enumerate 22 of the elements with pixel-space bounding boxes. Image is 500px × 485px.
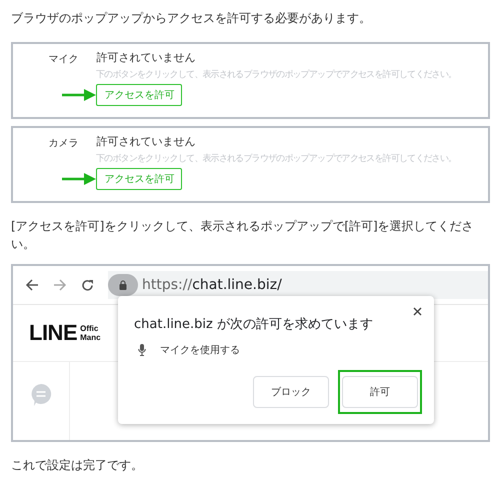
permission-text: マイクを使用する [160, 344, 240, 357]
hint-text: 下のボタンをクリックして、表示されるブラウザのポップアップでアクセスを許可してください。 [96, 152, 457, 164]
reload-icon[interactable] [81, 278, 94, 292]
logo-text: LINE [29, 320, 78, 346]
microphone-icon [138, 344, 146, 356]
arrow-icon [62, 173, 96, 185]
outro-text: これで設定は完了です。 [11, 457, 144, 474]
device-label: マイク [47, 53, 78, 67]
popup-title: chat.line.biz が次の許可を求めています [134, 316, 374, 333]
arrow-icon [62, 89, 96, 101]
back-icon[interactable] [25, 279, 39, 291]
lock-icon[interactable] [108, 274, 138, 296]
popup-button[interactable]: ブロック [253, 376, 329, 408]
intro-text: ブラウザのポップアップからアクセスを許可する必要があります。 [11, 10, 372, 27]
status-text: 許可されていません [96, 51, 196, 65]
hint-text: 下のボタンをクリックして、表示されるブラウザのポップアップでアクセスを許可してください。 [96, 68, 457, 80]
popup-button[interactable]: 許可 [342, 376, 418, 408]
instruction-text: [アクセスを許可]をクリックして、表示されるポップアップで[許可]を選択してください。 [11, 218, 475, 253]
device-label: カメラ [47, 137, 78, 151]
logo-subtitle: Offic Manc [80, 324, 101, 342]
close-icon[interactable] [413, 307, 422, 316]
status-text: 許可されていません [96, 135, 196, 149]
